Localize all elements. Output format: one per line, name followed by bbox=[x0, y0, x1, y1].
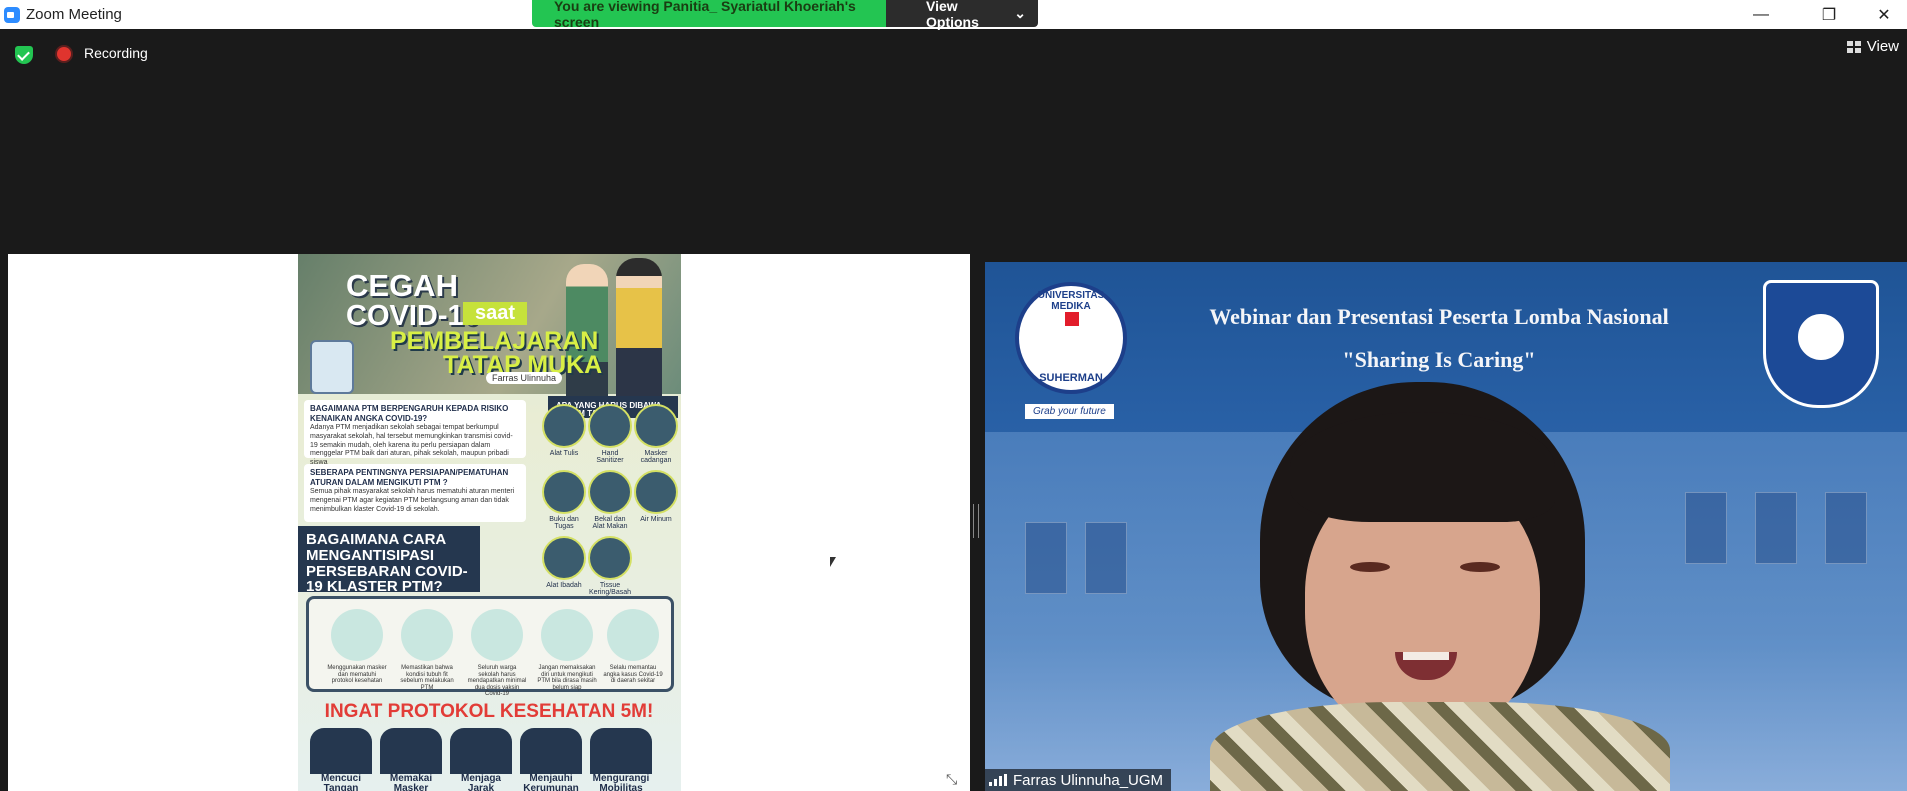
tip-caption: Memastikan bahwa kondisi tubuh fit sebel… bbox=[400, 665, 454, 691]
item-icon bbox=[634, 470, 678, 514]
sanitizer-bottle-icon bbox=[310, 340, 354, 394]
poster-question-4: BAGAIMANA CARA MENGANTISIPASI PERSEBARAN… bbox=[298, 526, 480, 595]
meeting-top-bar bbox=[0, 29, 1907, 79]
tip-icon bbox=[541, 609, 593, 661]
shared-screen[interactable]: CEGAH COVID-19 saat PEMBELAJARAN TATAP M… bbox=[8, 254, 970, 791]
screen-share-text: You are viewing Panitia_ Syariatul Khoer… bbox=[532, 0, 886, 30]
item-label: Alat Tulis bbox=[549, 450, 579, 457]
tip-icon bbox=[401, 609, 453, 661]
protocol-label: Memakai Masker bbox=[380, 774, 442, 791]
item-icon bbox=[588, 470, 632, 514]
view-layout-button[interactable]: View bbox=[1846, 38, 1907, 55]
building-window bbox=[1755, 492, 1797, 564]
tip-caption: Menggunakan masker dan mematuhi protokol… bbox=[327, 665, 387, 685]
item-label: Air Minum bbox=[640, 516, 672, 523]
protocol-label: Menjauhi Kerumunan bbox=[520, 774, 582, 791]
poster-headline-saat: saat bbox=[463, 302, 528, 325]
building-window bbox=[1685, 492, 1727, 564]
bag-item: Hand Sanitizer bbox=[588, 404, 632, 464]
student-illustration bbox=[616, 258, 662, 408]
item-label: Bekal dan Alat Makan bbox=[592, 516, 628, 530]
zoom-app-icon bbox=[4, 6, 20, 23]
item-label: Masker cadangan bbox=[640, 450, 672, 464]
bag-item: Alat Ibadah bbox=[542, 536, 586, 596]
item-label: Tissue Kering/Basah bbox=[588, 582, 632, 596]
logo-tagline: Grab your future bbox=[1025, 404, 1114, 419]
bag-item: Buku dan Tugas bbox=[542, 470, 586, 530]
participant-eye bbox=[1460, 562, 1500, 572]
building-window bbox=[1025, 522, 1067, 594]
question-title: SEBERAPA PENTINGNYA PERSIAPAN/PEMATUHAN … bbox=[310, 468, 509, 487]
webinar-title: Webinar dan Presentasi Peserta Lomba Nas… bbox=[1209, 304, 1669, 329]
view-options-label: View Options bbox=[926, 0, 979, 30]
poster-question-2: SEBERAPA PENTINGNYA PERSIAPAN/PEMATUHAN … bbox=[304, 464, 526, 522]
participant-bangs bbox=[1290, 412, 1555, 522]
tip-caption: Selalu memantau angka kasus Covid-19 di … bbox=[603, 665, 663, 685]
minimize-button[interactable]: — bbox=[1738, 0, 1784, 29]
item-icon bbox=[634, 404, 678, 448]
mouse-cursor-icon bbox=[830, 557, 836, 567]
item-label: Buku dan Tugas bbox=[549, 516, 579, 530]
participant-teeth bbox=[1403, 652, 1449, 660]
university-logo: UNIVERSITAS MEDIKA SUHERMAN bbox=[1015, 282, 1127, 394]
participant-shirt bbox=[1210, 702, 1670, 791]
security-shield-icon[interactable] bbox=[15, 46, 33, 64]
protocol-title: INGAT PROTOKOL KESEHATAN 5M! bbox=[324, 701, 654, 722]
screen-share-banner: You are viewing Panitia_ Syariatul Khoer… bbox=[532, 0, 1038, 30]
view-label: View bbox=[1866, 38, 1899, 55]
participant-name: Farras Ulinnuha_UGM bbox=[1013, 771, 1164, 789]
question-body: Semua pihak masyarakat sekolah harus mem… bbox=[310, 488, 515, 513]
tip-icon bbox=[607, 609, 659, 661]
item-label: Hand Sanitizer bbox=[596, 450, 624, 464]
building-window bbox=[1825, 492, 1867, 564]
close-button[interactable]: ✕ bbox=[1861, 0, 1907, 29]
student-association-logo bbox=[1763, 280, 1879, 408]
item-icon bbox=[542, 536, 586, 580]
gallery-grid-icon bbox=[1846, 40, 1861, 53]
question-body: Adanya PTM menjadikan sekolah sebagai te… bbox=[310, 424, 513, 466]
protocol-label: Menjaga Jarak bbox=[450, 774, 512, 791]
item-icon bbox=[542, 404, 586, 448]
participant-video[interactable]: UNIVERSITAS MEDIKA SUHERMAN Grab your fu… bbox=[985, 262, 1907, 791]
webinar-subtitle: "Sharing Is Caring" bbox=[1342, 347, 1536, 372]
red-cross-icon bbox=[1065, 312, 1079, 326]
recording-icon bbox=[57, 47, 71, 61]
protocol-label: Mencuci Tangan bbox=[310, 774, 372, 791]
tip-icon bbox=[471, 609, 523, 661]
item-icon bbox=[588, 404, 632, 448]
logo-bottom-text: SUHERMAN bbox=[1039, 372, 1103, 384]
item-icon bbox=[588, 536, 632, 580]
window-title: Zoom Meeting bbox=[26, 6, 122, 23]
covid-poster: CEGAH COVID-19 saat PEMBELAJARAN TATAP M… bbox=[298, 254, 681, 791]
bag-item: Tissue Kering/Basah bbox=[588, 536, 632, 596]
poster-author: Farras Ulinnuha bbox=[486, 372, 563, 384]
restore-button[interactable]: ❐ bbox=[1806, 0, 1852, 29]
exit-fullscreen-icon[interactable]: ⤡ bbox=[946, 771, 957, 788]
item-icon bbox=[542, 470, 586, 514]
tip-caption: Seluruh warga sekolah harus mendapatkan … bbox=[467, 665, 527, 698]
bag-item: Masker cadangan bbox=[634, 404, 678, 464]
signal-strength-icon bbox=[989, 774, 1007, 786]
tips-band: Menggunakan masker dan mematuhi protokol… bbox=[306, 596, 674, 697]
tip-caption: Jangan memaksakan diri untuk mengikuti P… bbox=[537, 665, 597, 691]
participant-eye bbox=[1350, 562, 1390, 572]
recording-label: Recording bbox=[84, 45, 148, 61]
building-window bbox=[1085, 522, 1127, 594]
tip-icon bbox=[331, 609, 383, 661]
logo-top-text: UNIVERSITAS MEDIKA bbox=[1037, 290, 1105, 312]
item-label: Alat Ibadah bbox=[546, 582, 582, 589]
poster-question-1: BAGAIMANA PTM BERPENGARUH KEPADA RISIKO … bbox=[304, 400, 526, 466]
poster-headline: CEGAH bbox=[346, 268, 458, 303]
bag-items-grid: Alat Tulis Hand Sanitizer Masker cadanga… bbox=[542, 404, 678, 596]
bag-item: Bekal dan Alat Makan bbox=[588, 470, 632, 530]
question-title: BAGAIMANA PTM BERPENGARUH KEPADA RISIKO … bbox=[310, 404, 509, 423]
chevron-down-icon: ⌄ bbox=[1014, 5, 1026, 21]
protocol-label: Mengurangi Mobilitas bbox=[590, 774, 652, 791]
view-options-button[interactable]: View Options ⌄ bbox=[886, 0, 1038, 30]
bag-item: Air Minum bbox=[634, 470, 678, 530]
participant-name-tag: Farras Ulinnuha_UGM bbox=[985, 769, 1172, 791]
split-divider-handle[interactable] bbox=[973, 504, 979, 538]
bag-item: Alat Tulis bbox=[542, 404, 586, 464]
